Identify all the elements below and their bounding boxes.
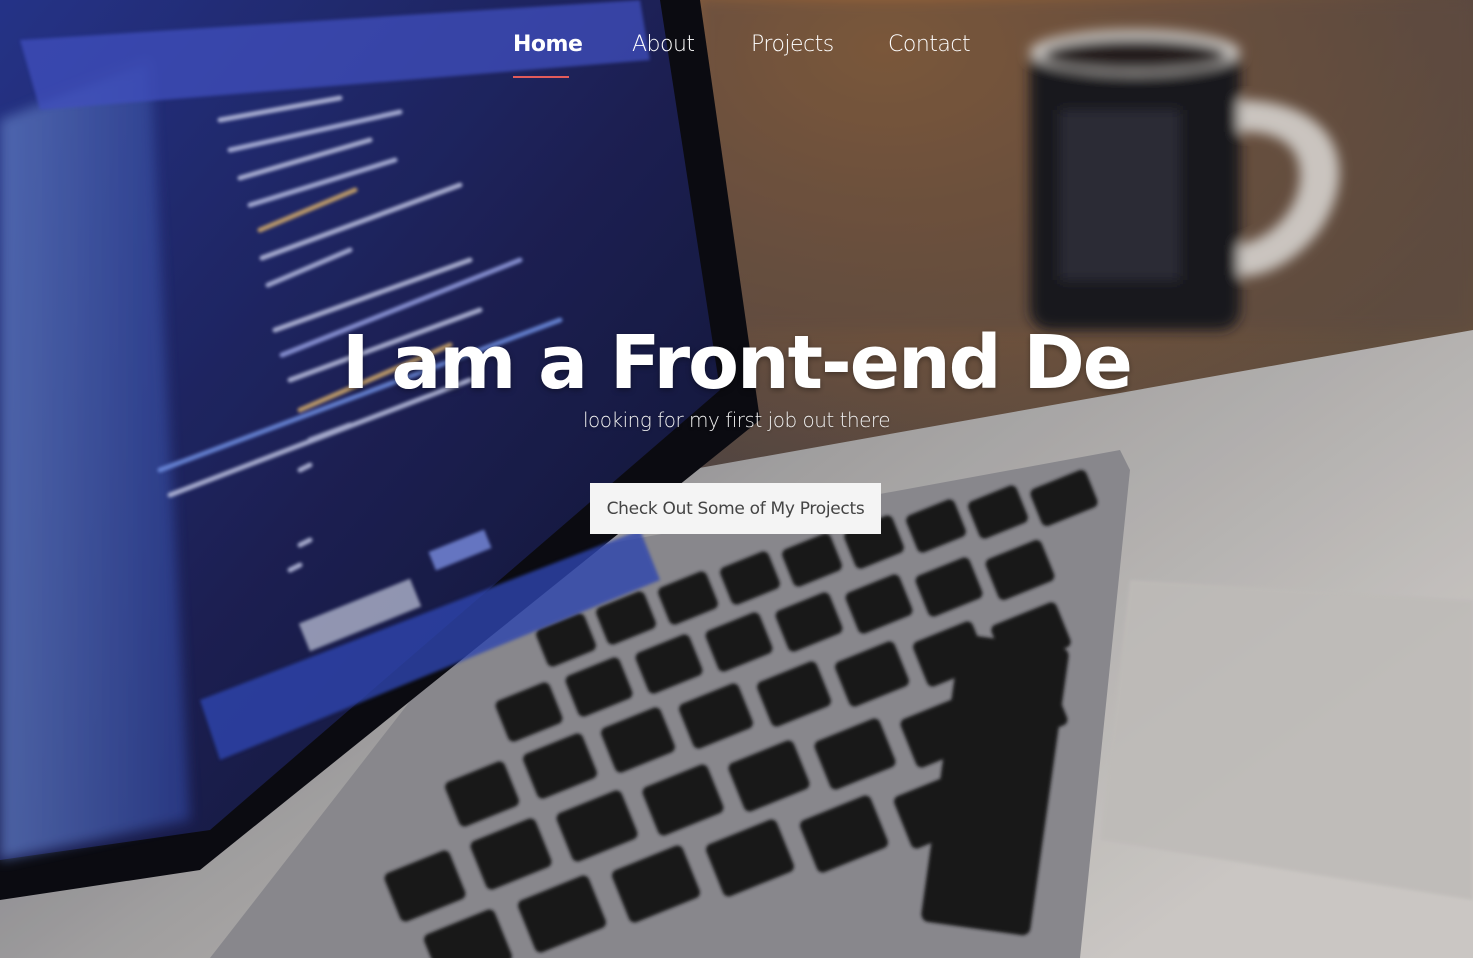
nav-link-contact[interactable]: Contact [888, 32, 971, 57]
hero-headline: I am a Front-end De [342, 320, 1133, 406]
hero-subline: looking for my first job out there [582, 408, 891, 432]
hero-section: Home About Projects Contact I am a Front… [0, 0, 1473, 958]
check-out-projects-button[interactable]: Check Out Some of My Projects [590, 483, 881, 534]
nav-active-underline [513, 76, 569, 78]
nav-link-home[interactable]: Home [513, 32, 583, 57]
hero-overlay [0, 0, 1473, 958]
nav-link-about[interactable]: About [632, 32, 695, 57]
nav-link-projects[interactable]: Projects [751, 32, 834, 57]
main-nav: Home About Projects Contact [0, 28, 1473, 84]
